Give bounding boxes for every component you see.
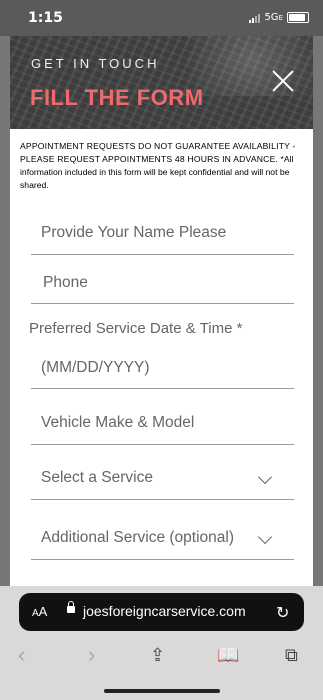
reload-icon[interactable]: ↻	[276, 603, 289, 623]
overlay-left-edge	[0, 36, 10, 586]
appointment-form: APPOINTMENT REQUESTS DO NOT GUARANTEE AV…	[10, 129, 313, 586]
browser-toolbar: ‹ › ⇪ 📖 ⧉	[0, 638, 323, 678]
book-icon[interactable]: 📖	[217, 645, 239, 666]
back-icon[interactable]: ‹	[18, 642, 25, 668]
phone-input-underline	[31, 303, 294, 304]
date-label: Preferred Service Date & Time *	[29, 320, 243, 337]
status-bar: 1:15 5GE	[0, 0, 323, 36]
form-disclaimer: APPOINTMENT REQUESTS DO NOT GUARANTEE AV…	[20, 141, 296, 190]
text-size-button[interactable]: AA	[32, 604, 47, 619]
forward-icon[interactable]: ›	[88, 642, 95, 668]
chevron-down-icon[interactable]	[257, 529, 273, 545]
url-text[interactable]: joesforeigncarservice.com	[83, 603, 246, 619]
battery-icon	[287, 12, 309, 23]
browser-chrome: AA joesforeigncarservice.com ↻ ‹ › ⇪ 📖 ⧉	[0, 586, 323, 700]
header-title: FILL THE FORM	[30, 85, 204, 110]
status-time: 1:15	[28, 10, 63, 26]
share-icon[interactable]: ⇪	[150, 645, 165, 666]
additional-service-select[interactable]: Additional Service (optional)	[41, 529, 234, 547]
header-subtitle: GET IN TOUCH	[31, 56, 160, 71]
phone-input[interactable]: Phone	[43, 274, 88, 292]
network-label: 5GE	[264, 12, 283, 23]
vehicle-input-underline	[31, 444, 294, 445]
form-header: GET IN TOUCH FILL THE FORM	[10, 36, 313, 129]
overlay-right-edge	[313, 36, 323, 586]
additional-select-underline	[31, 559, 294, 560]
vehicle-input[interactable]: Vehicle Make & Model	[41, 414, 194, 432]
tabs-icon[interactable]: ⧉	[285, 645, 298, 666]
date-input-underline	[31, 388, 294, 389]
service-select[interactable]: Select a Service	[41, 469, 153, 487]
close-icon[interactable]	[272, 70, 294, 92]
status-indicators: 5GE	[249, 12, 309, 23]
date-input[interactable]: (MM/DD/YYYY)	[41, 359, 150, 377]
service-select-underline	[31, 499, 294, 500]
home-indicator	[104, 689, 220, 693]
lock-icon	[67, 601, 75, 613]
name-input-underline	[31, 254, 294, 255]
chevron-down-icon[interactable]	[257, 469, 273, 485]
signal-icon	[249, 13, 261, 23]
address-bar[interactable]: AA joesforeigncarservice.com ↻	[19, 593, 304, 631]
name-input[interactable]: Provide Your Name Please	[41, 224, 226, 242]
